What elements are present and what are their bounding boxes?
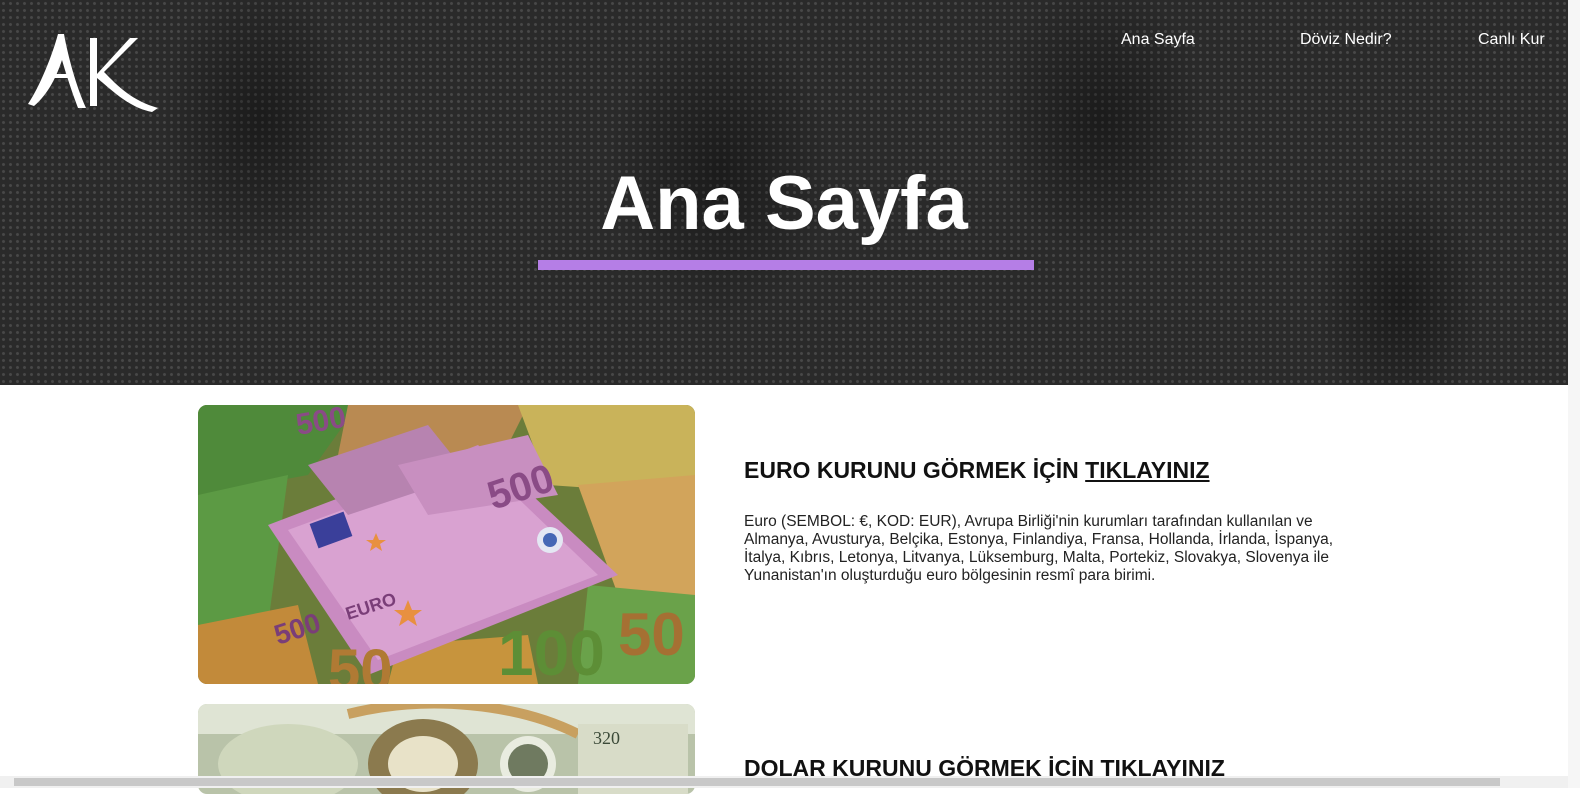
nav-canli-kur[interactable]: Canlı Kur bbox=[1478, 31, 1545, 49]
svg-text:320: 320 bbox=[593, 728, 620, 748]
euro-description: Euro (SEMBOL: €, KOD: EUR), Avrupa Birli… bbox=[744, 513, 1334, 584]
vertical-scrollbar[interactable] bbox=[1568, 0, 1580, 788]
main-nav: Ana Sayfa Döviz Nedir? Canlı Kur bbox=[0, 31, 1568, 51]
horizontal-scrollbar[interactable] bbox=[0, 776, 1568, 788]
nav-ana-sayfa[interactable]: Ana Sayfa bbox=[1121, 31, 1195, 49]
euro-banknotes-image: 500 500 EURO 500 100 50 50 bbox=[198, 405, 695, 684]
logo-text: AK bbox=[20, 26, 22, 27]
euro-rate-link[interactable]: TIKLAYINIZ bbox=[1085, 457, 1209, 483]
svg-text:50: 50 bbox=[328, 638, 393, 684]
title-underline bbox=[538, 260, 1034, 270]
svg-text:100: 100 bbox=[498, 617, 605, 684]
hero-banner: AK Ana Sayfa Döviz Nedir? Canlı Kur Ana … bbox=[0, 0, 1568, 385]
page-title: Ana Sayfa bbox=[600, 161, 968, 246]
euro-title-text: EURO KURUNU GÖRMEK İÇİN bbox=[744, 457, 1086, 483]
svg-text:50: 50 bbox=[618, 601, 685, 668]
nav-doviz-nedir[interactable]: Döviz Nedir? bbox=[1300, 31, 1392, 49]
euro-card-title: EURO KURUNU GÖRMEK İÇİN TIKLAYINIZ bbox=[744, 457, 1210, 484]
horizontal-scrollbar-thumb[interactable] bbox=[14, 778, 1500, 786]
